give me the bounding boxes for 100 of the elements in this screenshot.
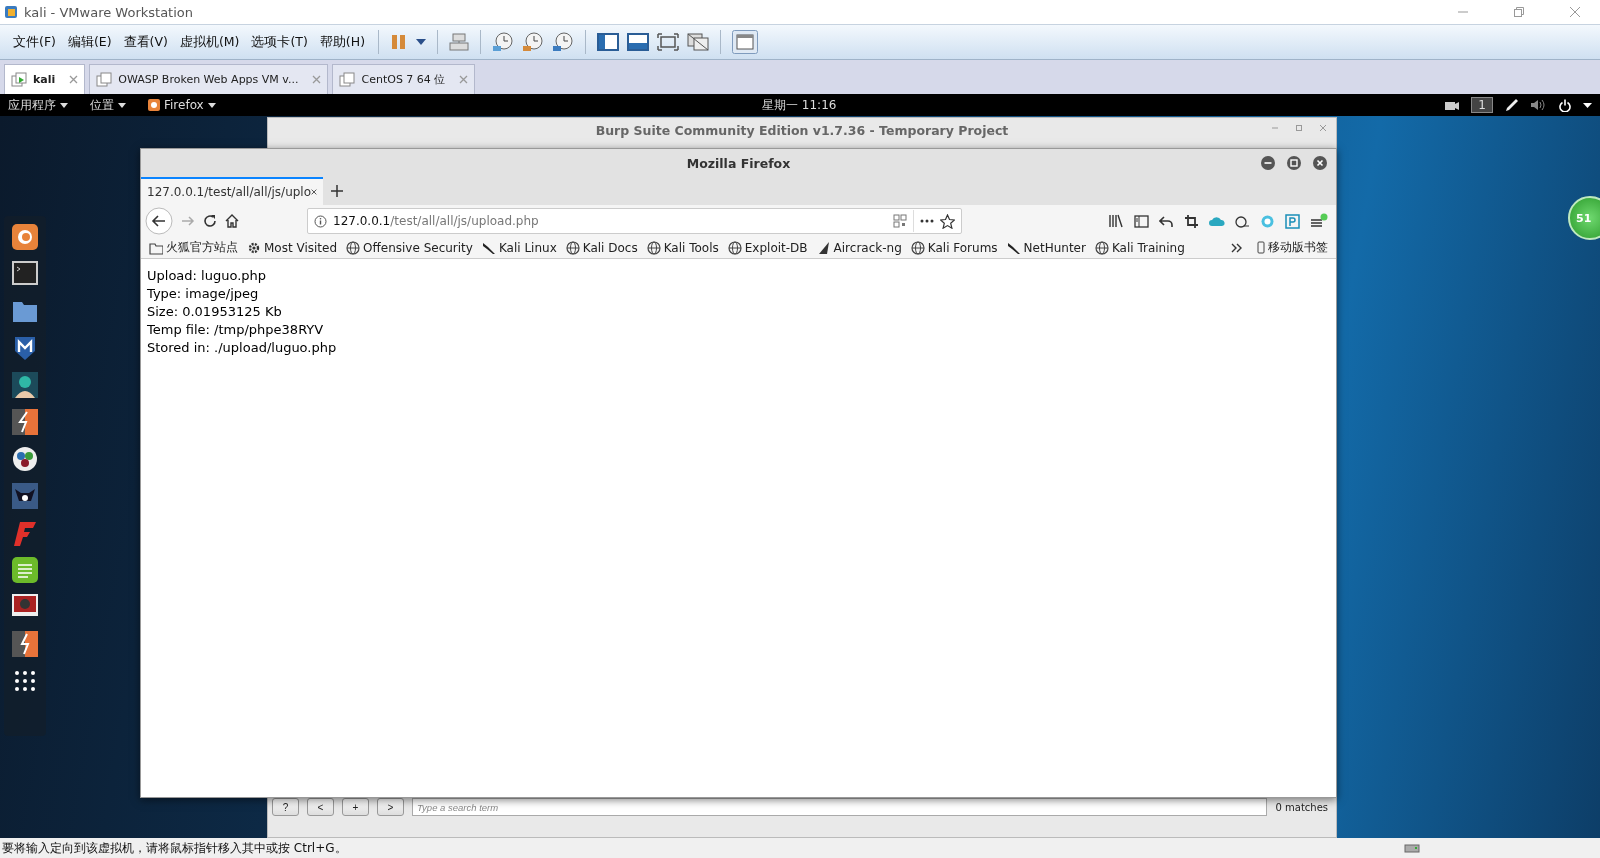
speaker-icon[interactable] — [1531, 99, 1547, 111]
unity-icon[interactable] — [687, 33, 709, 51]
status-text: 要将输入定向到该虚拟机，请将鼠标指针移入其中或按 Ctrl+G。 — [2, 839, 347, 857]
caret-icon[interactable] — [60, 102, 68, 108]
console-view-icon[interactable] — [732, 30, 758, 54]
search-nav-button[interactable]: ? — [272, 798, 299, 816]
bookmark-link[interactable]: Exploit-DB — [727, 240, 808, 255]
url-text: 127.0.0.1/test/all/all/js/upload.php — [333, 214, 540, 228]
fullscreen-icon[interactable] — [657, 33, 679, 51]
search-field[interactable]: Type a search term — [412, 798, 1268, 816]
lightning-icon[interactable] — [12, 631, 38, 657]
caret-icon[interactable] — [1583, 102, 1592, 108]
gear-icon — [247, 240, 261, 255]
crop-icon[interactable] — [1184, 213, 1199, 229]
minimize-icon[interactable] — [1260, 155, 1276, 171]
vm-tab[interactable]: kali — [4, 64, 86, 94]
menu-item[interactable]: 应用程序 — [8, 96, 56, 114]
star-icon[interactable] — [940, 213, 955, 229]
sidebar-icon[interactable] — [597, 33, 619, 51]
p-square-icon[interactable] — [1285, 213, 1300, 229]
menu-item[interactable]: 虚拟机(M) — [174, 29, 245, 55]
globe-icon — [727, 240, 742, 255]
globe-icon — [346, 240, 361, 255]
menu-item[interactable]: 位置 — [90, 96, 114, 114]
tab-label: OWASP Broken Web Apps VM v... — [118, 73, 299, 86]
library-icon[interactable] — [1108, 214, 1124, 228]
drive-icon — [1404, 842, 1420, 854]
bookmark-link[interactable]: 火狐官方站点 — [149, 239, 238, 256]
info-icon — [314, 214, 327, 228]
menu-item[interactable]: 文件(F) — [8, 29, 61, 55]
workspace-indicator[interactable]: 1 — [1471, 97, 1493, 113]
address-bar[interactable]: 127.0.0.1/test/all/all/js/upload.php — [307, 208, 962, 234]
sidebar-icon[interactable] — [1134, 214, 1149, 228]
bottom-panel-icon[interactable] — [627, 33, 649, 51]
network-icon[interactable] — [449, 32, 469, 52]
caret-icon[interactable] — [118, 102, 126, 108]
plus-icon[interactable] — [330, 184, 344, 198]
bookmark-link[interactable]: NetHunter — [1006, 240, 1086, 255]
vm-icon — [11, 71, 27, 88]
window-title: kali - VMware Workstation — [24, 4, 193, 20]
dots-icon[interactable] — [12, 446, 38, 472]
close-icon[interactable] — [1312, 155, 1328, 171]
terminal-icon[interactable] — [12, 261, 38, 287]
globe-icon — [1094, 240, 1109, 255]
figure-icon[interactable] — [12, 372, 38, 398]
power-icon[interactable] — [1559, 98, 1571, 112]
bookmark-link[interactable]: Kali Tools — [646, 240, 719, 255]
bookmark-folder[interactable]: 移动版书签 — [1257, 239, 1328, 256]
search-nav-button[interactable]: < — [307, 798, 334, 816]
vm-tab[interactable]: OWASP Broken Web Apps VM v... — [89, 64, 329, 94]
menu-icon[interactable] — [1310, 213, 1328, 229]
vm-logo-icon — [4, 5, 18, 19]
bookmark-link[interactable]: Kali Training — [1094, 240, 1185, 255]
phone-icon — [1257, 241, 1265, 254]
chevron-icon[interactable] — [1231, 242, 1243, 253]
dragon-icon — [1006, 240, 1021, 255]
home-icon[interactable] — [225, 214, 239, 228]
menu-item[interactable]: 帮助(H) — [314, 29, 370, 55]
tab-label: 127.0.0.1/test/all/all/js/uplo — [147, 185, 312, 199]
clock-icon[interactable] — [522, 31, 544, 53]
clock-icon[interactable] — [552, 31, 574, 53]
clock: 星期一 11:16 — [762, 97, 837, 114]
restore-icon[interactable] — [1513, 6, 1525, 18]
vm-icon — [96, 71, 113, 88]
undo-icon[interactable] — [1159, 214, 1174, 228]
pen-icon[interactable] — [1505, 98, 1519, 112]
shield-icon[interactable] — [12, 335, 38, 361]
reload-icon[interactable] — [203, 214, 217, 228]
bookmark-link[interactable]: Kali Linux — [481, 240, 557, 255]
page-text: Stored in: ./upload/luguo.php — [147, 339, 338, 357]
bookmark-link[interactable]: Aircrack-ng — [816, 240, 902, 255]
qr-code-icon[interactable] — [893, 214, 907, 228]
flame-letter-icon[interactable] — [12, 520, 38, 546]
bookmark-link[interactable]: Most Visited — [247, 240, 338, 255]
menu-item[interactable]: 选项卡(T) — [246, 29, 313, 55]
back-icon[interactable] — [145, 207, 173, 235]
dragon-icon — [481, 240, 496, 255]
browser-tab[interactable]: 127.0.0.1/test/all/all/js/uplo — [141, 177, 323, 205]
search-nav-button[interactable]: > — [377, 798, 404, 816]
close-icon[interactable] — [311, 187, 317, 197]
notes-icon[interactable] — [12, 557, 38, 583]
menu-item[interactable]: Firefox — [164, 98, 204, 112]
menu-item[interactable]: 查看(V) — [118, 29, 173, 55]
maximize-icon[interactable] — [1286, 155, 1302, 171]
search-nav-button[interactable]: + — [342, 798, 369, 816]
menu-item[interactable]: 编辑(E) — [62, 29, 117, 55]
globe-icon — [565, 240, 580, 255]
camera-icon[interactable] — [1445, 99, 1460, 111]
clock-icon[interactable] — [492, 31, 514, 53]
app-grid-icon[interactable] — [12, 668, 38, 694]
lightning-icon[interactable] — [12, 409, 38, 435]
more-icon[interactable] — [920, 219, 934, 223]
caret-icon[interactable] — [207, 102, 216, 108]
bookmark-link[interactable]: Offensive Security — [346, 240, 473, 255]
bookmark-link[interactable]: Kali Docs — [565, 240, 638, 255]
bookmark-link[interactable]: Kali Forums — [910, 240, 998, 255]
caret-icon[interactable] — [416, 39, 426, 45]
browser-icon[interactable] — [12, 224, 38, 250]
cloud-icon[interactable] — [1209, 215, 1225, 227]
vm-tab[interactable]: CentOS 7 64 位 — [332, 64, 476, 94]
